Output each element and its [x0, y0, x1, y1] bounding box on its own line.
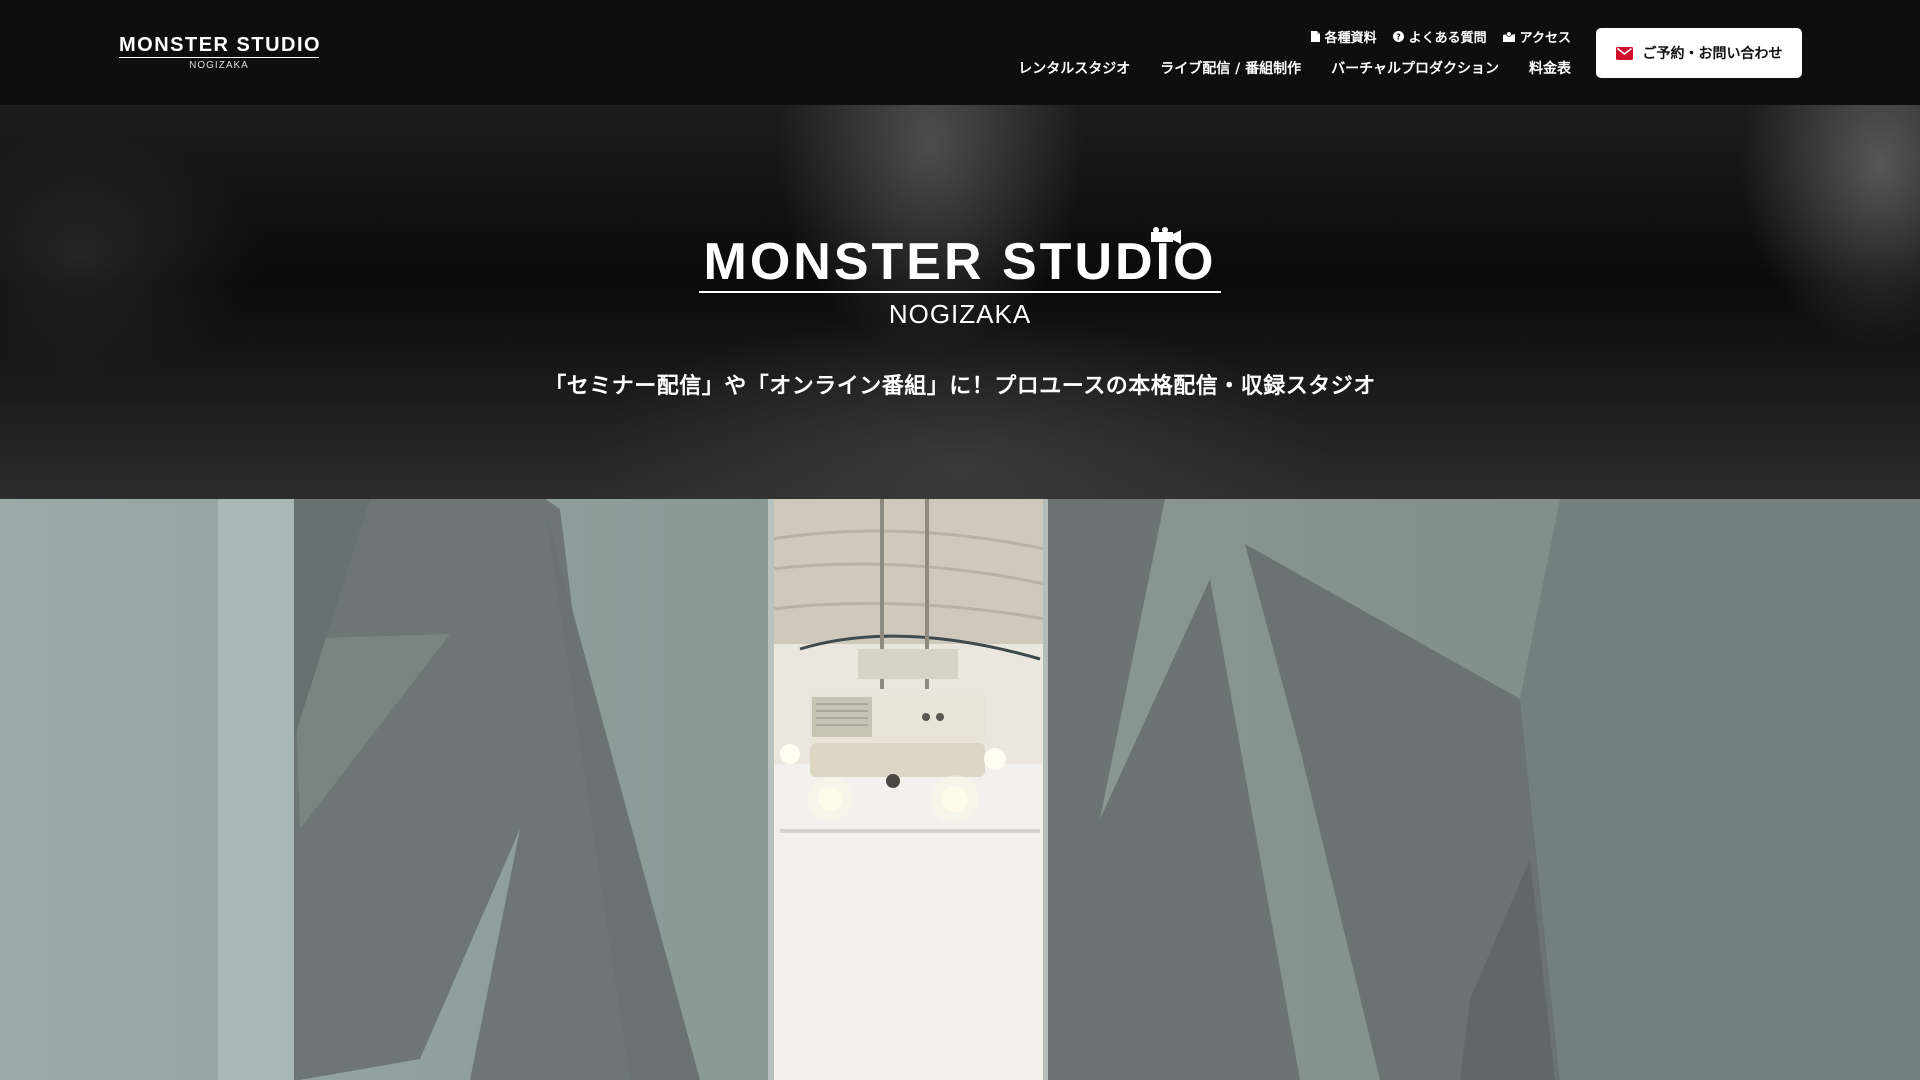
util-link-faq-label: よくある質問 — [1408, 31, 1487, 46]
utility-nav: 各種資料 ? よくある質問 アクセス — [1310, 27, 1571, 46]
site-header: MONSTER STUDIO NOGIZAKA 各種資料 ? よくある質問 アク… — [0, 0, 1920, 105]
map-icon — [1502, 31, 1515, 42]
nav-item-rental-studio[interactable]: レンタルスタジオ — [1018, 58, 1130, 78]
util-link-documents-label: 各種資料 — [1324, 31, 1377, 46]
hero-logo-sub: NOGIZAKA — [888, 299, 1032, 329]
hero-section: MONSTER STUDIO NOGIZAKA 「セミナー配信」や「オンライン番… — [0, 105, 1920, 499]
nav-item-virtual-production[interactable]: バーチャルプロダクション — [1331, 58, 1499, 78]
site-logo-sub: NOGIZAKA — [189, 60, 249, 71]
nav-item-live-streaming[interactable]: ライブ配信 / 番組制作 — [1160, 58, 1301, 78]
util-link-documents[interactable]: 各種資料 — [1310, 27, 1377, 46]
mail-icon — [1615, 46, 1633, 60]
svg-text:?: ? — [1396, 33, 1401, 42]
hero-tagline: 「セミナー配信」や「オンライン番組」に！プロユースの本格配信・収録スタジオ — [544, 374, 1376, 399]
nav-item-pricing[interactable]: 料金表 — [1529, 58, 1571, 78]
document-icon — [1310, 31, 1320, 42]
contact-button-label: ご予約・お問い合わせ — [1642, 46, 1783, 62]
util-link-access[interactable]: アクセス — [1502, 27, 1571, 46]
studio-scene — [0, 499, 1920, 1080]
site-logo[interactable]: MONSTER STUDIO NOGIZAKA — [119, 34, 322, 71]
site-logo-main: MONSTER STUDIO — [119, 34, 322, 58]
question-circle-icon: ? — [1392, 31, 1404, 42]
studio-camera-icon — [1147, 227, 1183, 249]
hero-logo: MONSTER STUDIO NOGIZAKA — [699, 227, 1221, 330]
util-link-access-label: アクセス — [1519, 31, 1571, 46]
contact-button[interactable]: ご予約・お問い合わせ — [1596, 28, 1802, 78]
hero-logo-main: MONSTER STUDIO — [699, 233, 1221, 293]
main-nav: レンタルスタジオ ライブ配信 / 番組制作 バーチャルプロダクション 料金表 — [1018, 58, 1571, 78]
hero-video[interactable] — [0, 499, 1920, 1080]
util-link-faq[interactable]: ? よくある質問 — [1392, 27, 1487, 46]
